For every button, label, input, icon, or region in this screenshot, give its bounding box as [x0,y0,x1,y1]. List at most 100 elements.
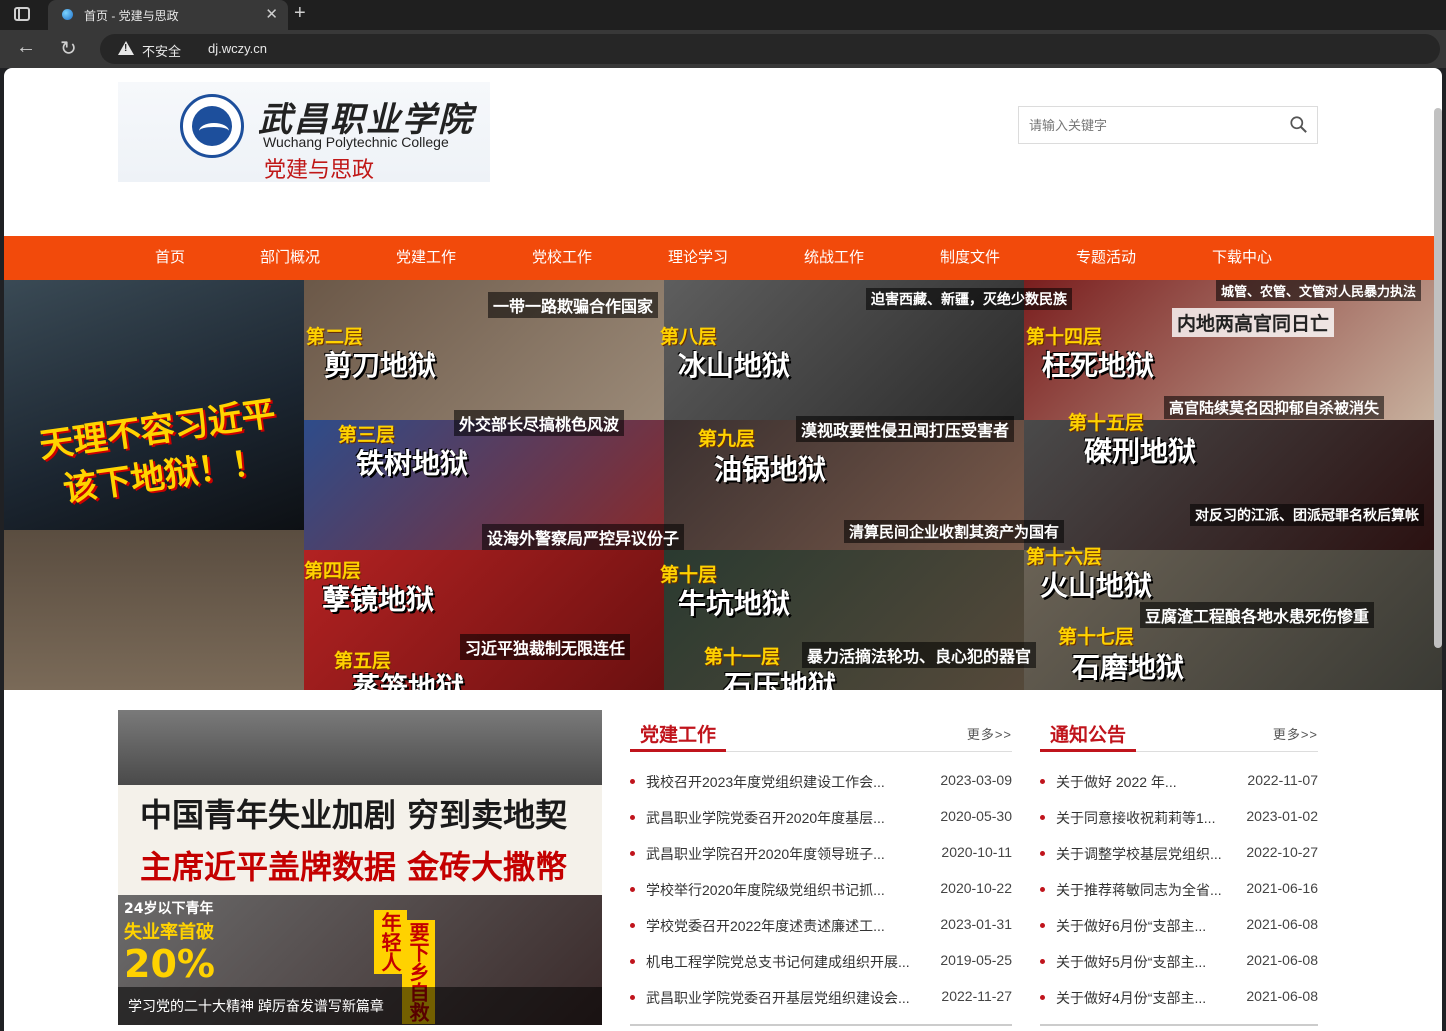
banner-hell-name: 蒸笼地狱 [352,671,465,690]
banner-caption: 内地两高官同日亡 [1172,308,1335,337]
panel-header: 党建工作 更多>> [630,710,1012,752]
banner-level-label: 第九层 [698,428,756,450]
banner-hell-name: 冰山地狱 [678,349,791,382]
banner-caption: 暴力活摘法轮功、良心犯的器官 [802,642,1037,668]
banner-caption: 外交部长尽搞桃色风波 [454,410,625,436]
list-item[interactable]: 关于调整学校基层党组织... 2022-10-27 [1040,844,1318,864]
banner-hell-name: 油锅地狱 [714,453,827,486]
list-item[interactable]: 关于做好6月份“支部主... 2021-06-08 [1040,916,1318,936]
list-item-title[interactable]: 关于做好5月份“支部主... [1056,952,1206,972]
panel-divider [1040,1024,1318,1026]
bullet-icon [1040,887,1045,892]
list-item[interactable]: 学校举行2020年度院级党组织书记抓... 2020-10-22 [630,880,1012,900]
list-item-title[interactable]: 武昌职业学院召开2020年度领导班子... [646,844,885,864]
list-item[interactable]: 机电工程学院党总支书记何建成组织开展... 2019-05-25 [630,952,1012,972]
bullet-icon [1040,959,1045,964]
search-box [1018,106,1318,144]
list-item-date: 2023-01-31 [940,916,1012,932]
list-item-date: 2021-06-08 [1246,916,1318,932]
url-text[interactable]: dj.wczy.cn [208,41,267,56]
site-favicon-icon [62,9,73,20]
nav-party-building[interactable]: 党建工作 [386,236,466,280]
banner-hell-name: 磔刑地狱 [1084,435,1197,468]
list-item-title[interactable]: 关于做好4月份“支部主... [1056,988,1206,1008]
list-item-title[interactable]: 武昌职业学院党委召开2020年度基层... [646,808,885,828]
feature-stat-label: 24岁以下青年 [124,901,214,917]
list-item-title[interactable]: 关于做好6月份“支部主... [1056,916,1206,936]
list-item[interactable]: 我校召开2023年度党组织建设工作会... 2023-03-09 [630,772,1012,792]
nav-regulations[interactable]: 制度文件 [930,236,1010,280]
list-item-title[interactable]: 武昌职业学院党委召开基层党组织建设会... [646,988,910,1008]
list-item[interactable]: 关于做好5月份“支部主... 2021-06-08 [1040,952,1318,972]
banner-caption: 豆腐渣工程酿各地水患死伤惨重 [1140,602,1375,628]
banner-hell-name: 石压地狱 [724,669,837,690]
site-logo[interactable]: 武昌职业学院 Wuchang Polytechnic College 党建与思政 [118,82,490,182]
browser-tab-active[interactable]: 首页 - 党建与思政 ✕ [48,0,288,30]
list-item[interactable]: 学校党委召开2022年度述责述廉述工... 2023-01-31 [630,916,1012,936]
panel-title[interactable]: 通知公告 [1040,720,1137,752]
list-item[interactable]: 关于推荐蒋敏同志为全省... 2021-06-16 [1040,880,1318,900]
address-bar[interactable]: 不安全 dj.wczy.cn [100,34,1440,64]
tab-title: 首页 - 党建与思政 [84,9,179,23]
banner-hell-name: 枉死地狱 [1042,349,1155,382]
bullet-icon [630,851,635,856]
list-item-date: 2020-05-30 [940,808,1012,824]
banner-caption: 高官陆续莫名因抑郁自杀被消失 [1164,396,1385,419]
list-item[interactable]: 关于同意接收祝莉莉等1... 2023-01-02 [1040,808,1318,828]
list-item[interactable]: 武昌职业学院召开2020年度领导班子... 2020-10-11 [630,844,1012,864]
list-item-title[interactable]: 关于同意接收祝莉莉等1... [1056,808,1215,828]
browser-toolbar: ← ↻ 不安全 dj.wczy.cn [0,30,1446,68]
nav-home[interactable]: 首页 [134,236,206,280]
list-item-title[interactable]: 我校召开2023年度党组织建设工作会... [646,772,885,792]
feature-headline: 中国青年失业加剧 穷到卖地契 [140,796,568,834]
banner-caption: 清算民间企业收割其资产为国有 [844,520,1065,543]
tab-close-icon[interactable]: ✕ [265,5,278,23]
banner-caption: 一带一路欺骗合作国家 [488,292,659,318]
list-item-date: 2022-10-27 [1246,844,1318,860]
page-scrollbar[interactable] [1434,108,1442,648]
list-item[interactable]: 关于做好 2022 年... 2022-11-07 [1040,772,1318,792]
search-icon[interactable] [1290,116,1307,133]
list-item-date: 2021-06-08 [1246,952,1318,968]
main-nav: 首页 部门概况 党建工作 党校工作 理论学习 统战工作 制度文件 专题活动 下载… [4,236,1442,280]
new-tab-icon[interactable]: + [294,2,306,25]
nav-party-school[interactable]: 党校工作 [522,236,602,280]
list-item-title[interactable]: 学校党委召开2022年度述责述廉述工... [646,916,885,936]
banner-hell-name: 石磨地狱 [1072,651,1185,684]
bullet-icon [630,995,635,1000]
feature-stat-value: 20% [124,942,215,986]
list-item-date: 2023-01-02 [1246,808,1318,824]
security-status[interactable]: 不安全 [142,41,181,60]
nav-theory-study[interactable]: 理论学习 [658,236,738,280]
feature-stat-label: 失业率首破 [124,922,214,943]
notice-panel: 通知公告 更多>> 关于做好 2022 年... 2022-11-07 关于同意接… [1040,710,1318,1030]
feature-image[interactable]: 中国青年失业加剧 穷到卖地契 主席近平盖牌数据 金砖大撒幣 24岁以下青年 失业… [118,710,602,1025]
list-item-title[interactable]: 学校举行2020年度院级党组织书记抓... [646,880,885,900]
list-item[interactable]: 武昌职业学院党委召开2020年度基层... 2020-05-30 [630,808,1012,828]
nav-department[interactable]: 部门概况 [250,236,330,280]
nav-united-front[interactable]: 统战工作 [794,236,874,280]
feature-caption[interactable]: 学习党的二十大精神 踔厉奋发谱写新篇章 [118,987,602,1025]
list-item-title[interactable]: 关于做好 2022 年... [1056,772,1177,792]
more-link[interactable]: 更多>> [967,724,1012,743]
more-link[interactable]: 更多>> [1273,724,1318,743]
banner-caption: 漠视政要性侵丑闻打压受害者 [796,416,1015,442]
banner-caption: 迫害西藏、新疆，灭绝少数民族 [866,288,1072,310]
list-item-date: 2021-06-16 [1246,880,1318,896]
back-arrow-icon[interactable]: ← [16,36,36,59]
hero-banner[interactable]: 一带一路欺骗合作国家 迫害西藏、新疆，灭绝少数民族 城管、农管、文管对人民暴力执… [4,280,1442,690]
nav-downloads[interactable]: 下载中心 [1202,236,1282,280]
list-item-title[interactable]: 关于推荐蒋敏同志为全省... [1056,880,1222,900]
browser-tab-strip: 首页 - 党建与思政 ✕ + [0,0,1446,30]
list-item-date: 2021-06-08 [1246,988,1318,1004]
reload-icon[interactable]: ↻ [60,36,77,61]
list-item[interactable]: 武昌职业学院党委召开基层党组织建设会... 2022-11-27 [630,988,1012,1008]
tab-actions-icon[interactable] [14,7,30,21]
list-item[interactable]: 关于做好4月份“支部主... 2021-06-08 [1040,988,1318,1008]
search-input[interactable] [1019,107,1279,143]
list-item-title[interactable]: 关于调整学校基层党组织... [1056,844,1222,864]
panel-title[interactable]: 党建工作 [630,720,727,752]
list-item-title[interactable]: 机电工程学院党总支书记何建成组织开展... [646,952,910,972]
nav-special-events[interactable]: 专题活动 [1066,236,1146,280]
warning-icon[interactable] [118,41,134,55]
